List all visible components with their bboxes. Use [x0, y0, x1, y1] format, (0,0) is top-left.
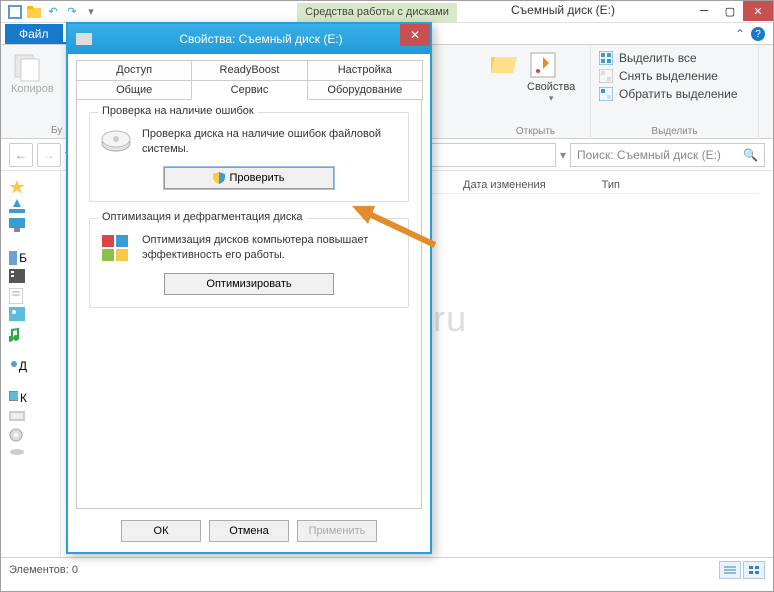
- downloads-icon[interactable]: [9, 199, 27, 215]
- local-disk-icon[interactable]: [9, 409, 27, 425]
- libraries-icon[interactable]: Б: [9, 250, 27, 266]
- error-check-group: Проверка на наличие ошибок Проверка диск…: [89, 112, 409, 202]
- cancel-label: Отмена: [229, 525, 268, 537]
- select-all-label: Выделить все: [619, 51, 697, 65]
- ribbon-group-select: Выделить все Снять выделение Обратить вы…: [591, 45, 759, 139]
- properties-label: Свойства: [527, 81, 575, 93]
- deselect-label: Снять выделение: [619, 69, 718, 83]
- dialog-button-row: ОК Отмена Применить: [68, 520, 430, 542]
- chevron-up-icon[interactable]: ⌃: [735, 27, 745, 41]
- error-check-text: Проверка диска на наличие ошибок файлово…: [142, 127, 398, 157]
- search-input[interactable]: Поиск: Съемный диск (E:) 🔍: [570, 143, 765, 167]
- nav-sidebar: Б Д К: [1, 171, 61, 557]
- shield-icon: [213, 172, 225, 184]
- drive-icon: [76, 33, 92, 45]
- clipboard-group-label: Бу: [51, 125, 62, 136]
- dvd-icon[interactable]: [9, 428, 27, 444]
- select-all-icon: [599, 51, 613, 65]
- maximize-button[interactable]: ▢: [717, 1, 743, 21]
- window-title: Съемный диск (E:): [511, 3, 615, 17]
- back-button[interactable]: ←: [9, 143, 33, 167]
- sidebar-hg-label: Д: [19, 359, 27, 373]
- select-all-button[interactable]: Выделить все: [599, 49, 750, 67]
- tab-hardware[interactable]: Оборудование: [307, 80, 423, 100]
- desktop-icon[interactable]: [9, 218, 27, 234]
- deselect-icon: [599, 69, 613, 83]
- dialog-title: Свойства: Съемный диск (E:): [100, 32, 422, 46]
- close-button[interactable]: ✕: [743, 1, 773, 21]
- chevron-down-icon[interactable]: ▾: [560, 148, 566, 162]
- copy-icon: [11, 51, 43, 83]
- invert-label: Обратить выделение: [619, 87, 738, 101]
- apply-label: Применить: [309, 525, 366, 537]
- minimize-button[interactable]: ─: [691, 1, 717, 21]
- ok-label: ОК: [154, 525, 169, 537]
- item-count: Элементов: 0: [9, 564, 78, 576]
- computer-icon[interactable]: К: [9, 390, 27, 406]
- sidebar-lib-label: Б: [19, 251, 27, 265]
- music-icon[interactable]: [9, 326, 27, 342]
- search-placeholder: Поиск: Съемный диск (E:): [577, 148, 721, 162]
- documents-icon[interactable]: [9, 288, 27, 304]
- check-button-label: Проверить: [229, 172, 284, 184]
- quick-access-toolbar: ↶ ↷ ▾: [3, 4, 99, 20]
- check-button[interactable]: Проверить: [164, 167, 334, 189]
- dialog-titlebar[interactable]: Свойства: Съемный диск (E:) ✕: [68, 24, 430, 54]
- select-group-label: Выделить: [591, 126, 758, 137]
- properties-dialog: Свойства: Съемный диск (E:) ✕ Доступ Rea…: [66, 22, 432, 554]
- forward-button[interactable]: →: [37, 143, 61, 167]
- defrag-icon: [100, 233, 132, 265]
- search-icon: 🔍: [743, 148, 758, 162]
- homegroup-icon[interactable]: Д: [9, 358, 27, 374]
- invert-icon: [599, 87, 613, 101]
- dialog-close-button[interactable]: ✕: [400, 24, 430, 46]
- ribbon-help: ⌃ ?: [735, 27, 765, 41]
- file-tab[interactable]: Файл: [5, 24, 63, 44]
- copy-label: Копиров: [11, 83, 54, 95]
- col-date[interactable]: Дата изменения: [455, 179, 554, 191]
- tab-tools[interactable]: Сервис: [191, 80, 307, 100]
- dropdown-icon[interactable]: ▾: [83, 4, 99, 20]
- tab-access[interactable]: Доступ: [76, 60, 192, 80]
- help-icon[interactable]: ?: [751, 27, 765, 41]
- copy-group: Копиров: [11, 51, 54, 95]
- details-view-button[interactable]: [719, 561, 741, 579]
- tab-general[interactable]: Общие: [76, 80, 192, 100]
- apply-button[interactable]: Применить: [297, 520, 377, 542]
- pictures-icon[interactable]: [9, 307, 27, 323]
- tab-strip: Доступ ReadyBoost Настройка Общие Сервис…: [68, 54, 430, 100]
- window-controls: ─ ▢ ✕: [691, 1, 773, 21]
- ribbon-group-open: Свойства ▾ Открыть: [481, 45, 591, 139]
- open-group-label: Открыть: [481, 126, 590, 137]
- error-check-title: Проверка на наличие ошибок: [98, 105, 258, 117]
- cancel-button[interactable]: Отмена: [209, 520, 289, 542]
- videos-icon[interactable]: [9, 269, 27, 285]
- favorites-icon[interactable]: [9, 180, 27, 196]
- undo-icon[interactable]: ↶: [45, 4, 61, 20]
- removable-disk-icon[interactable]: [9, 447, 27, 463]
- tab-customize[interactable]: Настройка: [307, 60, 423, 80]
- invert-selection-button[interactable]: Обратить выделение: [599, 85, 750, 103]
- open-icon[interactable]: [489, 49, 517, 77]
- optimize-title: Оптимизация и дефрагментация диска: [98, 211, 307, 223]
- optimize-button[interactable]: Оптимизировать: [164, 273, 334, 295]
- app-icon: [7, 4, 23, 20]
- ok-button[interactable]: ОК: [121, 520, 201, 542]
- contextual-tab-label: Средства работы с дисками: [297, 3, 457, 23]
- tab-content: Проверка на наличие ошибок Проверка диск…: [76, 99, 422, 509]
- folder-icon[interactable]: [26, 4, 42, 20]
- col-type[interactable]: Тип: [594, 179, 628, 191]
- sidebar-pc-label: К: [20, 391, 27, 405]
- deselect-button[interactable]: Снять выделение: [599, 67, 750, 85]
- status-bar: Элементов: 0: [1, 557, 773, 581]
- tab-readyboost[interactable]: ReadyBoost: [191, 60, 307, 80]
- view-switcher: [719, 561, 765, 579]
- title-bar: ↶ ↷ ▾ Средства работы с дисками Съемный …: [1, 1, 773, 23]
- optimize-button-label: Оптимизировать: [206, 278, 291, 290]
- properties-button[interactable]: Свойства ▾: [527, 49, 575, 104]
- icons-view-button[interactable]: [743, 561, 765, 579]
- redo-icon[interactable]: ↷: [64, 4, 80, 20]
- disk-check-icon: [100, 127, 132, 159]
- annotation-arrow: [350, 200, 440, 250]
